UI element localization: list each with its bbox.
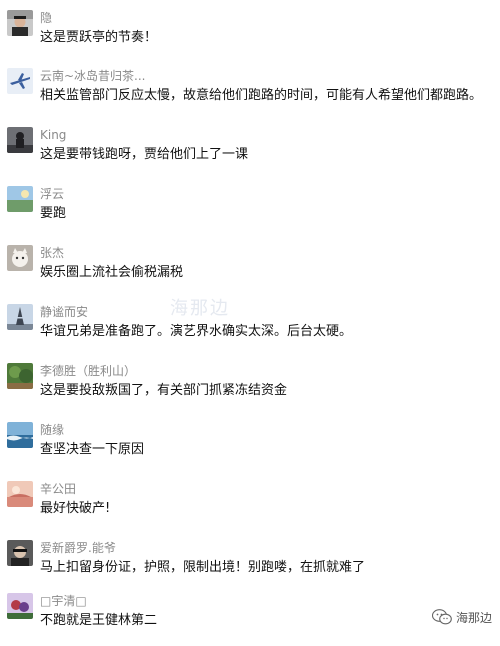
wechat-icon [431, 609, 452, 625]
avatar[interactable] [7, 245, 33, 271]
comment-text: 最好快破产! [40, 501, 111, 516]
user-name[interactable]: 浮云 [40, 186, 64, 202]
watermark: 海那边 [170, 298, 230, 319]
avatar[interactable] [7, 68, 33, 94]
user-name[interactable]: King [40, 127, 66, 143]
comment-item: 爱新爵罗.能爷 马上扣留身份证，护照，限制出境！别跑喽，在抓就难了 [0, 537, 500, 593]
comment-item: 张杰 娱乐圈上流社会偷税漏税 [0, 242, 500, 298]
user-name[interactable]: 爱新爵罗.能爷 [40, 540, 116, 556]
user-name[interactable]: 辛公田 [40, 481, 76, 497]
comment-item: King 这是要带钱跑呀，贾给他们上了一课 [0, 124, 500, 180]
comment-item: 随缘 查坚决查一下原因 [0, 419, 500, 475]
comment-feed: 隐 这是贾跃亭的节奏！ 云南~冰岛昔归茶... 相关监管部门反应太慢，故意给他们… [0, 0, 500, 637]
comment-text: 要跑 [40, 206, 67, 221]
avatar[interactable] [7, 540, 33, 566]
comment-text: 娱乐圈上流社会偷税漏税 [40, 265, 184, 280]
comment-item: 辛公田 最好快破产! [0, 478, 500, 534]
comment-text: 这是要投敌叛国了，有关部门抓紧冻结资金 [40, 383, 288, 398]
comment-item: 李德胜（胜利山） 这是要投敌叛国了，有关部门抓紧冻结资金 [0, 360, 500, 416]
user-name[interactable]: 随缘 [40, 422, 64, 438]
comment-text: 华谊兄弟是准备跑了。演艺界水确实太深。后台太硬。 [40, 324, 353, 339]
comment-item: 云南~冰岛昔归茶... 相关监管部门反应太慢，故意给他们跑路的时间，可能有人希望… [0, 65, 500, 121]
avatar[interactable] [7, 422, 33, 448]
comment-text: 查坚决查一下原因 [40, 442, 145, 457]
avatar[interactable] [7, 10, 33, 36]
brand-badge: 海那边 [431, 607, 492, 627]
avatar[interactable] [7, 304, 33, 330]
avatar[interactable] [7, 186, 33, 212]
comment-text: 不跑就是王健林第二 [40, 613, 158, 628]
user-name[interactable]: 张杰 [40, 245, 64, 261]
comment-item: 隐 这是贾跃亭的节奏！ [0, 7, 500, 63]
user-name[interactable]: 隐 [40, 10, 52, 26]
comment-text: 这是要带钱跑呀，贾给他们上了一课 [40, 147, 249, 162]
user-name[interactable]: □宇清□ [40, 593, 87, 609]
brand-name: 海那边 [455, 610, 492, 625]
user-name[interactable]: 静谧而安 [40, 304, 88, 320]
avatar[interactable] [7, 593, 33, 619]
avatar[interactable] [7, 127, 33, 153]
comment-item: 浮云 要跑 [0, 183, 500, 239]
avatar[interactable] [7, 363, 33, 389]
comment-text: 相关监管部门反应太慢，故意给他们跑路的时间，可能有人希望他们都跑路。 [40, 88, 483, 103]
user-name[interactable]: 李德胜（胜利山） [40, 363, 136, 379]
comment-text: 马上扣留身份证，护照，限制出境！别跑喽，在抓就难了 [40, 560, 366, 575]
comment-item: 静谧而安 华谊兄弟是准备跑了。演艺界水确实太深。后台太硬。 [0, 301, 500, 357]
user-name[interactable]: 云南~冰岛昔归茶... [40, 68, 146, 84]
comment-text: 这是贾跃亭的节奏！ [40, 30, 158, 45]
comment-item: □宇清□ 不跑就是王健林第二 [0, 590, 500, 646]
avatar[interactable] [7, 481, 33, 507]
